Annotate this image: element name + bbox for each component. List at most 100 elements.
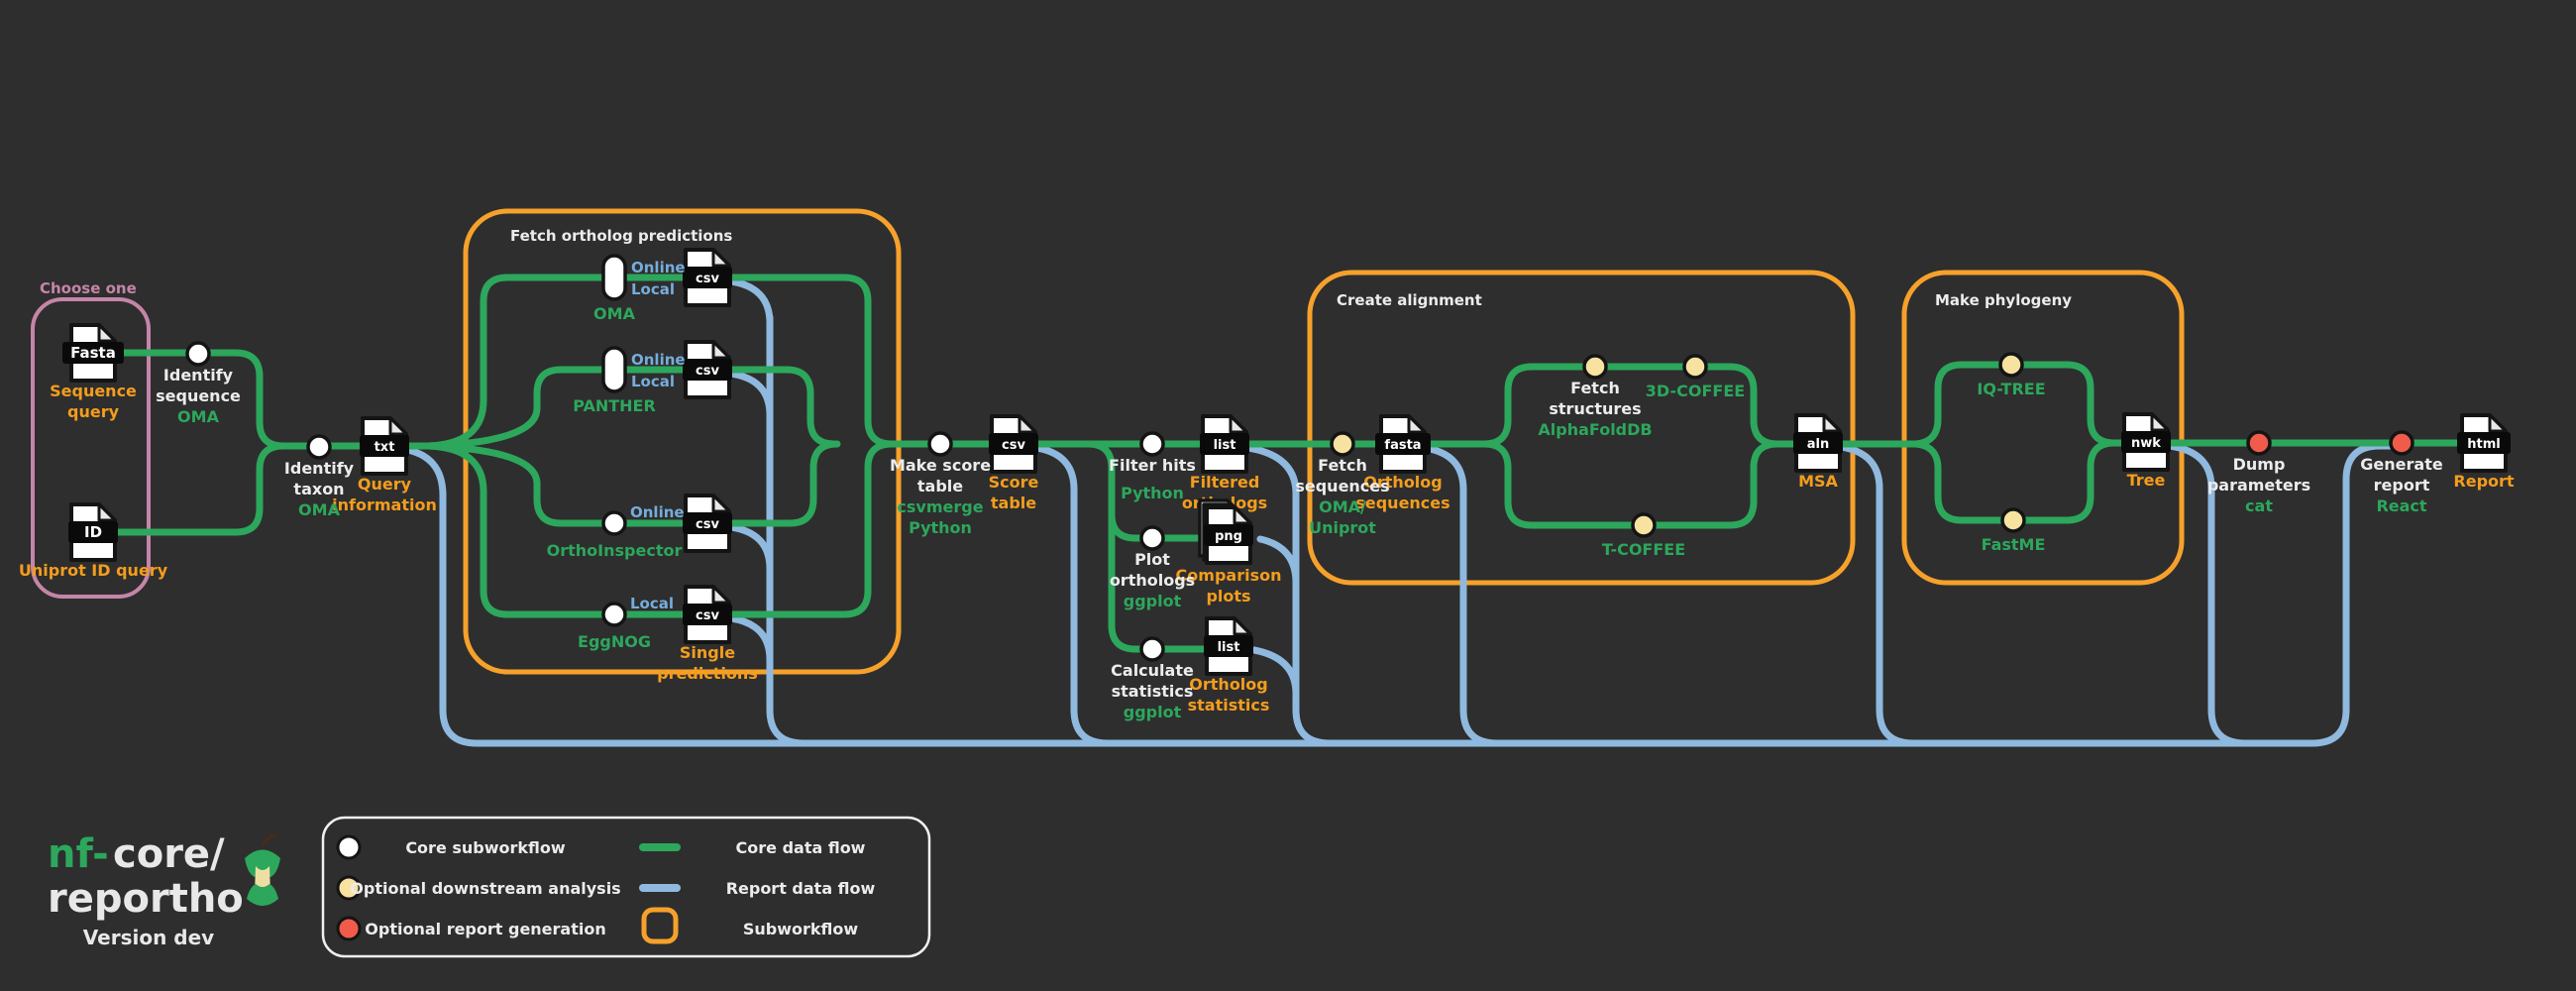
reportho-apple-core-icon [245, 836, 280, 906]
tool-label: IQ-TREE [1977, 380, 2045, 398]
file-label: table [991, 494, 1036, 512]
node-label: Plot [1134, 550, 1170, 569]
tool-label: Uniprot [1309, 518, 1376, 537]
file-label: Score [989, 473, 1039, 492]
node-fastme: FastME [1982, 509, 2046, 554]
legend: Core subworkflow Optional downstream ana… [323, 818, 929, 956]
file-ext-label: html [2467, 437, 2500, 452]
tool-label: OMA [593, 304, 636, 323]
file-label: Sequence [50, 382, 137, 400]
file-label: Ortholog [1189, 675, 1267, 694]
file-label: MSA [1798, 472, 1838, 491]
tool-label: AlphaFoldDB [1538, 420, 1652, 439]
node-label: taxon [293, 480, 344, 498]
node-3d-coffee: 3D-COFFEE [1646, 356, 1745, 400]
make-phylogeny-box-title: Make phylogeny [1935, 291, 2072, 309]
node-oma: Online Local OMA [593, 256, 686, 323]
tool-label: PANTHER [573, 396, 656, 415]
node-label: Generate [2360, 455, 2443, 474]
node-label: structures [1549, 399, 1641, 418]
report-flow-csv-eggnog-drop [731, 618, 770, 660]
file-ext-label: csv [696, 272, 719, 286]
file-ext-label: png [1215, 529, 1242, 544]
logo-brand-prefix: nf- [48, 831, 109, 877]
node-label: orthologs [1110, 571, 1195, 590]
node-label: statistics [1112, 682, 1194, 701]
node-label: Make score [890, 456, 991, 475]
legend-label: Core data flow [736, 838, 866, 857]
report-flow-csv-orthoinspector-drop [731, 527, 770, 569]
file-icon-tree: nwk Tree [2121, 414, 2171, 490]
legend-report-flow-swatch [639, 884, 681, 892]
core-flow-id-query [99, 446, 283, 532]
file-label: query [67, 402, 120, 421]
legend-core-subworkflow-icon [338, 836, 360, 858]
mode-label: Online [631, 259, 686, 276]
file-ext-label: ID [84, 523, 102, 541]
node-iq-tree: IQ-TREE [1977, 354, 2045, 398]
core-flow-eggnog-branch [428, 444, 892, 614]
file-icon-oma-predictions: csv [683, 250, 732, 305]
tool-label: OMA [177, 407, 220, 426]
reportho-pipeline-diagram: Choose one Fetch ortholog predictions Cr… [0, 0, 2576, 991]
report-flow-ortholog-sequences-drop [1425, 448, 1497, 743]
file-ext-label: csv [1002, 438, 1025, 453]
node-label: parameters [2207, 476, 2310, 495]
file-nodes: Fasta Sequence query ID Uniprot ID query… [19, 250, 2515, 715]
file-icon-ortholog-sequences: fasta Ortholog sequences [1355, 416, 1449, 512]
tool-label: FastME [1982, 535, 2046, 554]
legend-label: Optional downstream analysis [350, 879, 620, 898]
file-ext-label: fasta [1384, 438, 1421, 453]
file-ext-label: list [1214, 438, 1236, 453]
file-ext-label: csv [696, 517, 719, 532]
mode-label: Local [631, 373, 675, 390]
node-label: sequence [156, 386, 241, 405]
tool-label: EggNOG [578, 632, 651, 651]
tool-label: Python [909, 518, 972, 537]
logo-pipeline-name: reportho [48, 876, 244, 922]
node-label: Fetch [1318, 456, 1367, 475]
legend-label: Optional report generation [365, 920, 605, 938]
file-label: information [332, 496, 437, 514]
legend-subworkflow-swatch [644, 910, 676, 941]
file-icon-orthoinspector-predictions: csv [683, 496, 732, 551]
tool-label: OMA [298, 500, 341, 519]
tool-label: OMA/ [1319, 497, 1366, 516]
mode-label: Online [630, 503, 685, 521]
tool-label: ggplot [1124, 703, 1182, 721]
report-flow-csv-oma-drop [731, 281, 770, 323]
file-icon-uniprot-id-query: ID Uniprot ID query [19, 504, 168, 580]
node-make-score-table: Make score table csvmerge Python [890, 433, 991, 537]
node-eggnog: Local EggNOG [578, 595, 674, 651]
legend-label: Subworkflow [743, 920, 859, 938]
file-label: Report [2453, 472, 2515, 491]
report-flow-csv-column [770, 317, 804, 743]
tool-label: csvmerge [897, 497, 983, 516]
pipeline-logo: nf- core/ reportho Version dev [48, 831, 280, 949]
legend-optional-report-icon [338, 918, 360, 939]
node-label: table [917, 477, 963, 496]
report-flow-score-table-drop [1036, 448, 1108, 743]
node-label: report [2374, 476, 2430, 495]
node-t-coffee: T-COFFEE [1602, 514, 1685, 559]
node-label: Calculate [1111, 661, 1194, 680]
create-alignment-box-title: Create alignment [1337, 291, 1482, 309]
file-ext-label: txt [375, 440, 395, 455]
node-label: Dump [2233, 455, 2286, 474]
file-label: sequences [1355, 494, 1449, 512]
file-ext-label: list [1218, 640, 1240, 655]
core-flow-tcoffee-branch [1484, 444, 1777, 525]
tool-label: 3D-COFFEE [1646, 382, 1745, 400]
report-flow-csv-panther-drop [731, 374, 770, 415]
file-ext-label: csv [696, 364, 719, 379]
tool-label: OrthoInspector [547, 541, 683, 560]
node-orthoinspector: Online OrthoInspector [547, 503, 685, 560]
mode-label: Online [631, 351, 686, 369]
node-label: Filter hits [1109, 456, 1196, 475]
mode-label: Local [630, 595, 674, 612]
file-label: Query [358, 475, 412, 494]
legend-core-flow-swatch [639, 843, 681, 851]
file-ext-label: csv [696, 608, 719, 623]
choose-one-box-title: Choose one [40, 279, 137, 297]
node-label: Identify [284, 459, 355, 478]
